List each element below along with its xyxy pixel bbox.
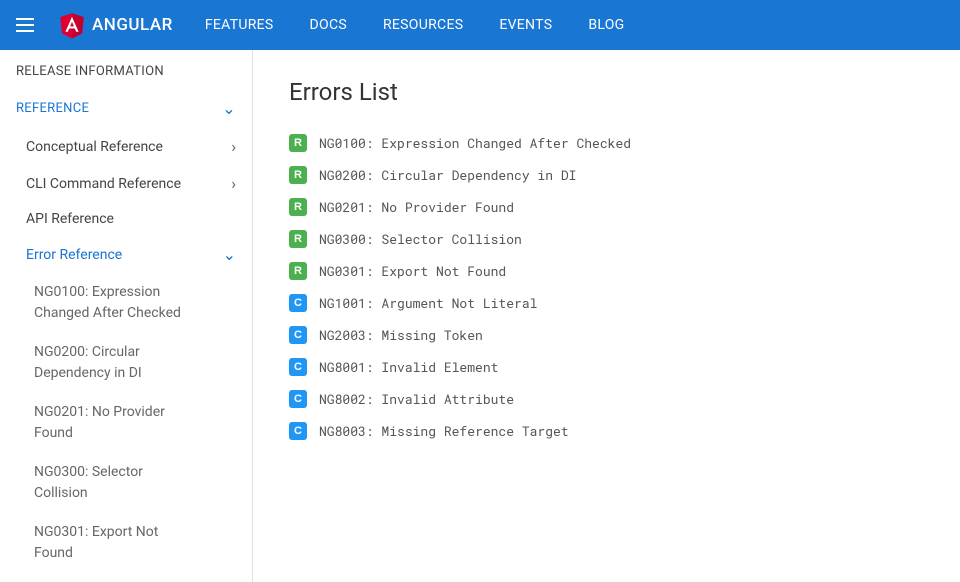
error-list: R NG0100: Expression Changed After Check… bbox=[289, 134, 924, 440]
error-row[interactable]: C NG2003: Missing Token bbox=[289, 326, 924, 344]
runtime-badge-icon: R bbox=[289, 230, 307, 248]
sidebar-subitem[interactable]: NG0100: Expression Changed After Checked bbox=[0, 273, 210, 333]
error-text: NG0100: Expression Changed After Checked bbox=[319, 134, 631, 152]
nav-resources[interactable]: RESOURCES bbox=[383, 17, 463, 33]
sidebar-item-label: Error Reference bbox=[26, 247, 122, 263]
compiler-badge-icon: C bbox=[289, 294, 307, 312]
runtime-badge-icon: R bbox=[289, 262, 307, 280]
sidebar-item-label: Conceptual Reference bbox=[26, 139, 163, 155]
error-row[interactable]: R NG0300: Selector Collision bbox=[289, 230, 924, 248]
runtime-badge-icon: R bbox=[289, 198, 307, 216]
error-text: NG0300: Selector Collision bbox=[319, 230, 522, 248]
sidebar-group-reference[interactable]: REFERENCE ⌄ bbox=[0, 89, 252, 128]
sidebar-subitem[interactable]: NG0200: Circular Dependency in DI bbox=[0, 333, 210, 393]
compiler-badge-icon: C bbox=[289, 358, 307, 376]
header: ANGULAR FEATURES DOCS RESOURCES EVENTS B… bbox=[0, 0, 960, 50]
error-text: NG0301: Export Not Found bbox=[319, 262, 506, 280]
sidebar-item-label: API Reference bbox=[26, 211, 114, 227]
error-row[interactable]: C NG1001: Argument Not Literal bbox=[289, 294, 924, 312]
error-row[interactable]: C NG8001: Invalid Element bbox=[289, 358, 924, 376]
nav-docs[interactable]: DOCS bbox=[310, 17, 347, 33]
error-row[interactable]: C NG8002: Invalid Attribute bbox=[289, 390, 924, 408]
chevron-down-icon: ⌄ bbox=[223, 245, 236, 264]
sidebar-subitem[interactable]: NG1001: Argument Not Literal bbox=[0, 573, 210, 582]
compiler-badge-icon: C bbox=[289, 390, 307, 408]
error-row[interactable]: R NG0301: Export Not Found bbox=[289, 262, 924, 280]
sidebar-item-api[interactable]: API Reference bbox=[0, 202, 252, 236]
error-row[interactable]: R NG0100: Expression Changed After Check… bbox=[289, 134, 924, 152]
chevron-right-icon: › bbox=[231, 137, 236, 156]
sidebar-subitem[interactable]: NG0300: Selector Collision bbox=[0, 453, 210, 513]
angular-shield-icon bbox=[58, 11, 86, 39]
sidebar-subitem[interactable]: NG0201: No Provider Found bbox=[0, 393, 210, 453]
error-text: NG1001: Argument Not Literal bbox=[319, 294, 537, 312]
sidebar-subitem[interactable]: NG0301: Export Not Found bbox=[0, 513, 210, 573]
error-text: NG8001: Invalid Element bbox=[319, 358, 498, 376]
nav-features[interactable]: FEATURES bbox=[205, 17, 274, 33]
nav-blog[interactable]: BLOG bbox=[588, 17, 624, 33]
compiler-badge-icon: C bbox=[289, 326, 307, 344]
chevron-down-icon: ⌄ bbox=[222, 99, 236, 118]
top-nav: FEATURES DOCS RESOURCES EVENTS BLOG bbox=[205, 17, 625, 33]
runtime-badge-icon: R bbox=[289, 166, 307, 184]
chevron-right-icon: › bbox=[231, 174, 236, 193]
error-row[interactable]: C NG8003: Missing Reference Target bbox=[289, 422, 924, 440]
main-content: Errors List R NG0100: Expression Changed… bbox=[253, 50, 960, 582]
sidebar-section-release[interactable]: RELEASE INFORMATION bbox=[0, 54, 252, 89]
logo[interactable]: ANGULAR bbox=[58, 11, 173, 39]
error-text: NG0201: No Provider Found bbox=[319, 198, 514, 216]
sidebar-item-error-ref[interactable]: Error Reference ⌄ bbox=[0, 236, 252, 273]
sidebar: RELEASE INFORMATION REFERENCE ⌄ Conceptu… bbox=[0, 50, 253, 582]
runtime-badge-icon: R bbox=[289, 134, 307, 152]
compiler-badge-icon: C bbox=[289, 422, 307, 440]
error-row[interactable]: R NG0200: Circular Dependency in DI bbox=[289, 166, 924, 184]
error-text: NG2003: Missing Token bbox=[319, 326, 483, 344]
page-title: Errors List bbox=[289, 78, 924, 106]
sidebar-item-cli[interactable]: CLI Command Reference › bbox=[0, 165, 252, 202]
sidebar-item-conceptual[interactable]: Conceptual Reference › bbox=[0, 128, 252, 165]
sidebar-group-label: REFERENCE bbox=[16, 101, 89, 116]
brand-text: ANGULAR bbox=[92, 15, 173, 35]
layout: RELEASE INFORMATION REFERENCE ⌄ Conceptu… bbox=[0, 50, 960, 582]
error-text: NG0200: Circular Dependency in DI bbox=[319, 166, 576, 184]
error-text: NG8003: Missing Reference Target bbox=[319, 422, 569, 440]
nav-events[interactable]: EVENTS bbox=[499, 17, 552, 33]
hamburger-icon[interactable] bbox=[16, 13, 40, 37]
error-row[interactable]: R NG0201: No Provider Found bbox=[289, 198, 924, 216]
error-text: NG8002: Invalid Attribute bbox=[319, 390, 514, 408]
sidebar-item-label: CLI Command Reference bbox=[26, 176, 181, 192]
